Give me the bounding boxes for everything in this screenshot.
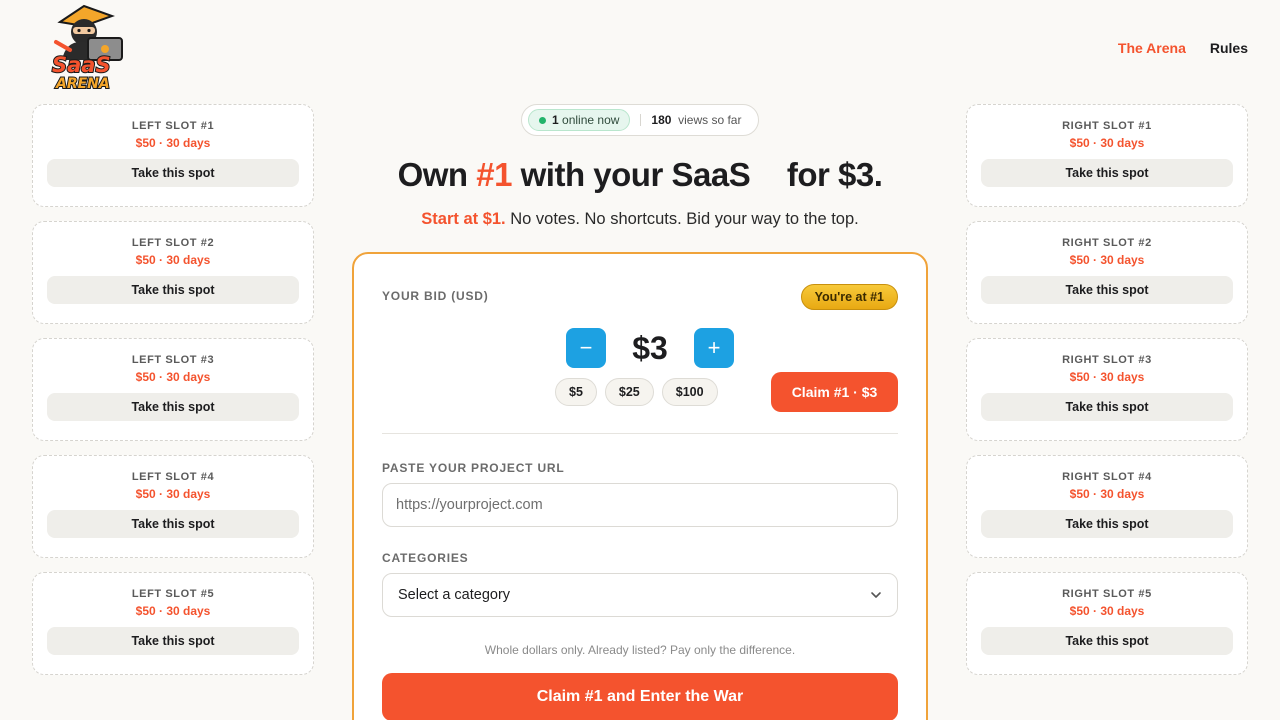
increase-bid-button[interactable]: + (694, 328, 734, 368)
right-slot-3: RIGHT SLOT #3 $50 · 30 days Take this sp… (966, 338, 1248, 441)
take-spot-button[interactable]: Take this spot (981, 627, 1233, 655)
views-counter: 180 views so far (651, 113, 741, 127)
logo-text-bottom: ARENA (55, 76, 110, 92)
quick-amounts: $5 $25 $100 (555, 378, 718, 406)
headline-highlight: #1 (476, 156, 512, 193)
slot-price: $50 · 30 days (135, 136, 211, 150)
nav-the-arena[interactable]: The Arena (1118, 40, 1186, 56)
left-slots: LEFT SLOT #1 $50 · 30 days Take this spo… (32, 104, 314, 675)
submit-claim-button[interactable]: Claim #1 and Enter the War (382, 673, 898, 720)
take-spot-button[interactable]: Take this spot (47, 510, 299, 538)
left-slot-1: LEFT SLOT #1 $50 · 30 days Take this spo… (32, 104, 314, 207)
slot-title: RIGHT SLOT #1 (1062, 120, 1152, 132)
project-url-input[interactable] (382, 483, 898, 527)
slot-title: RIGHT SLOT #4 (1062, 471, 1152, 483)
page-subheadline: Start at $1. No votes. No shortcuts. Bid… (352, 210, 928, 229)
take-spot-button[interactable]: Take this spot (47, 276, 299, 304)
top-nav: The Arena Rules (1118, 40, 1248, 56)
take-spot-button[interactable]: Take this spot (47, 159, 299, 187)
quick-amount-25[interactable]: $25 (604, 378, 654, 406)
online-count: 1 (552, 113, 559, 127)
slot-title: RIGHT SLOT #2 (1062, 237, 1152, 249)
slot-price: $50 · 30 days (1069, 370, 1145, 384)
views-count: 180 (651, 113, 672, 127)
slot-title: RIGHT SLOT #3 (1062, 354, 1152, 366)
logo-text-top: SaaS (52, 53, 111, 77)
headline-suffix: for $3. (786, 156, 883, 193)
bid-hint: Whole dollars only. Already listed? Pay … (484, 643, 796, 657)
left-slot-5: LEFT SLOT #5 $50 · 30 days Take this spo… (32, 572, 314, 675)
subheadline-text: No votes. No shortcuts. Bid your way to … (510, 210, 859, 228)
slot-title: LEFT SLOT #2 (131, 237, 215, 249)
presence-divider (640, 114, 642, 126)
slot-price: $50 · 30 days (135, 487, 211, 501)
online-label: online now (562, 113, 620, 127)
left-slot-3: LEFT SLOT #3 $50 · 30 days Take this spo… (32, 338, 314, 441)
nav-rules[interactable]: Rules (1210, 40, 1248, 56)
right-slots: RIGHT SLOT #1 $50 · 30 days Take this sp… (966, 104, 1248, 675)
headline-prefix: Own (397, 156, 469, 193)
decrease-bid-button[interactable]: − (566, 328, 606, 368)
online-dot-icon (539, 116, 546, 124)
bid-stepper: − $3 + (566, 328, 734, 368)
headline-middle: with your SaaS (520, 156, 751, 193)
bid-card: YOUR BID (USD) You're at #1 − $3 + $5 $2… (352, 252, 928, 720)
left-slot-4: LEFT SLOT #4 $50 · 30 days Take this spo… (32, 455, 314, 558)
slot-price: $50 · 30 days (135, 253, 211, 267)
slot-price: $50 · 30 days (1069, 604, 1145, 618)
take-spot-button[interactable]: Take this spot (981, 276, 1233, 304)
claim-rank-button[interactable]: Claim #1 · $3 (771, 372, 898, 412)
saas-arena-logo[interactable]: SaaS ARENA (44, 2, 134, 94)
take-spot-button[interactable]: Take this spot (981, 159, 1233, 187)
take-spot-button[interactable]: Take this spot (981, 393, 1233, 421)
url-label: PASTE YOUR PROJECT URL (382, 461, 565, 475)
rank-badge: You're at #1 (800, 284, 898, 310)
online-indicator: 1 online now (528, 109, 631, 131)
take-spot-button[interactable]: Take this spot (981, 510, 1233, 538)
right-slot-2: RIGHT SLOT #2 $50 · 30 days Take this sp… (966, 221, 1248, 324)
slot-price: $50 · 30 days (135, 604, 211, 618)
slot-price: $50 · 30 days (1069, 253, 1145, 267)
take-spot-button[interactable]: Take this spot (47, 627, 299, 655)
page-headline: Own #1 with your SaaS for $3. (352, 156, 928, 194)
slot-price: $50 · 30 days (135, 370, 211, 384)
slot-price: $50 · 30 days (1069, 487, 1145, 501)
chevron-down-icon (871, 592, 881, 598)
bid-label: YOUR BID (USD) (382, 289, 489, 303)
left-slot-2: LEFT SLOT #2 $50 · 30 days Take this spo… (32, 221, 314, 324)
quick-amount-5[interactable]: $5 (555, 378, 597, 406)
categories-label: CATEGORIES (382, 551, 469, 565)
subheadline-accent: Start at $1. (421, 210, 506, 228)
category-select[interactable]: Select a category (382, 573, 898, 617)
bid-amount: $3 (632, 329, 668, 366)
slot-title: LEFT SLOT #5 (131, 588, 215, 600)
take-spot-button[interactable]: Take this spot (47, 393, 299, 421)
slot-price: $50 · 30 days (1069, 136, 1145, 150)
right-slot-1: RIGHT SLOT #1 $50 · 30 days Take this sp… (966, 104, 1248, 207)
quick-amount-100[interactable]: $100 (661, 378, 718, 406)
category-select-value: Select a category (398, 587, 511, 603)
views-label: views so far (678, 113, 742, 127)
card-divider (382, 433, 898, 434)
slot-title: RIGHT SLOT #5 (1062, 588, 1152, 600)
presence-pill: 1 online now 180 views so far (521, 104, 759, 136)
slot-title: LEFT SLOT #3 (131, 354, 215, 366)
right-slot-5: RIGHT SLOT #5 $50 · 30 days Take this sp… (966, 572, 1248, 675)
right-slot-4: RIGHT SLOT #4 $50 · 30 days Take this sp… (966, 455, 1248, 558)
slot-title: LEFT SLOT #1 (131, 120, 215, 132)
slot-title: LEFT SLOT #4 (131, 471, 215, 483)
